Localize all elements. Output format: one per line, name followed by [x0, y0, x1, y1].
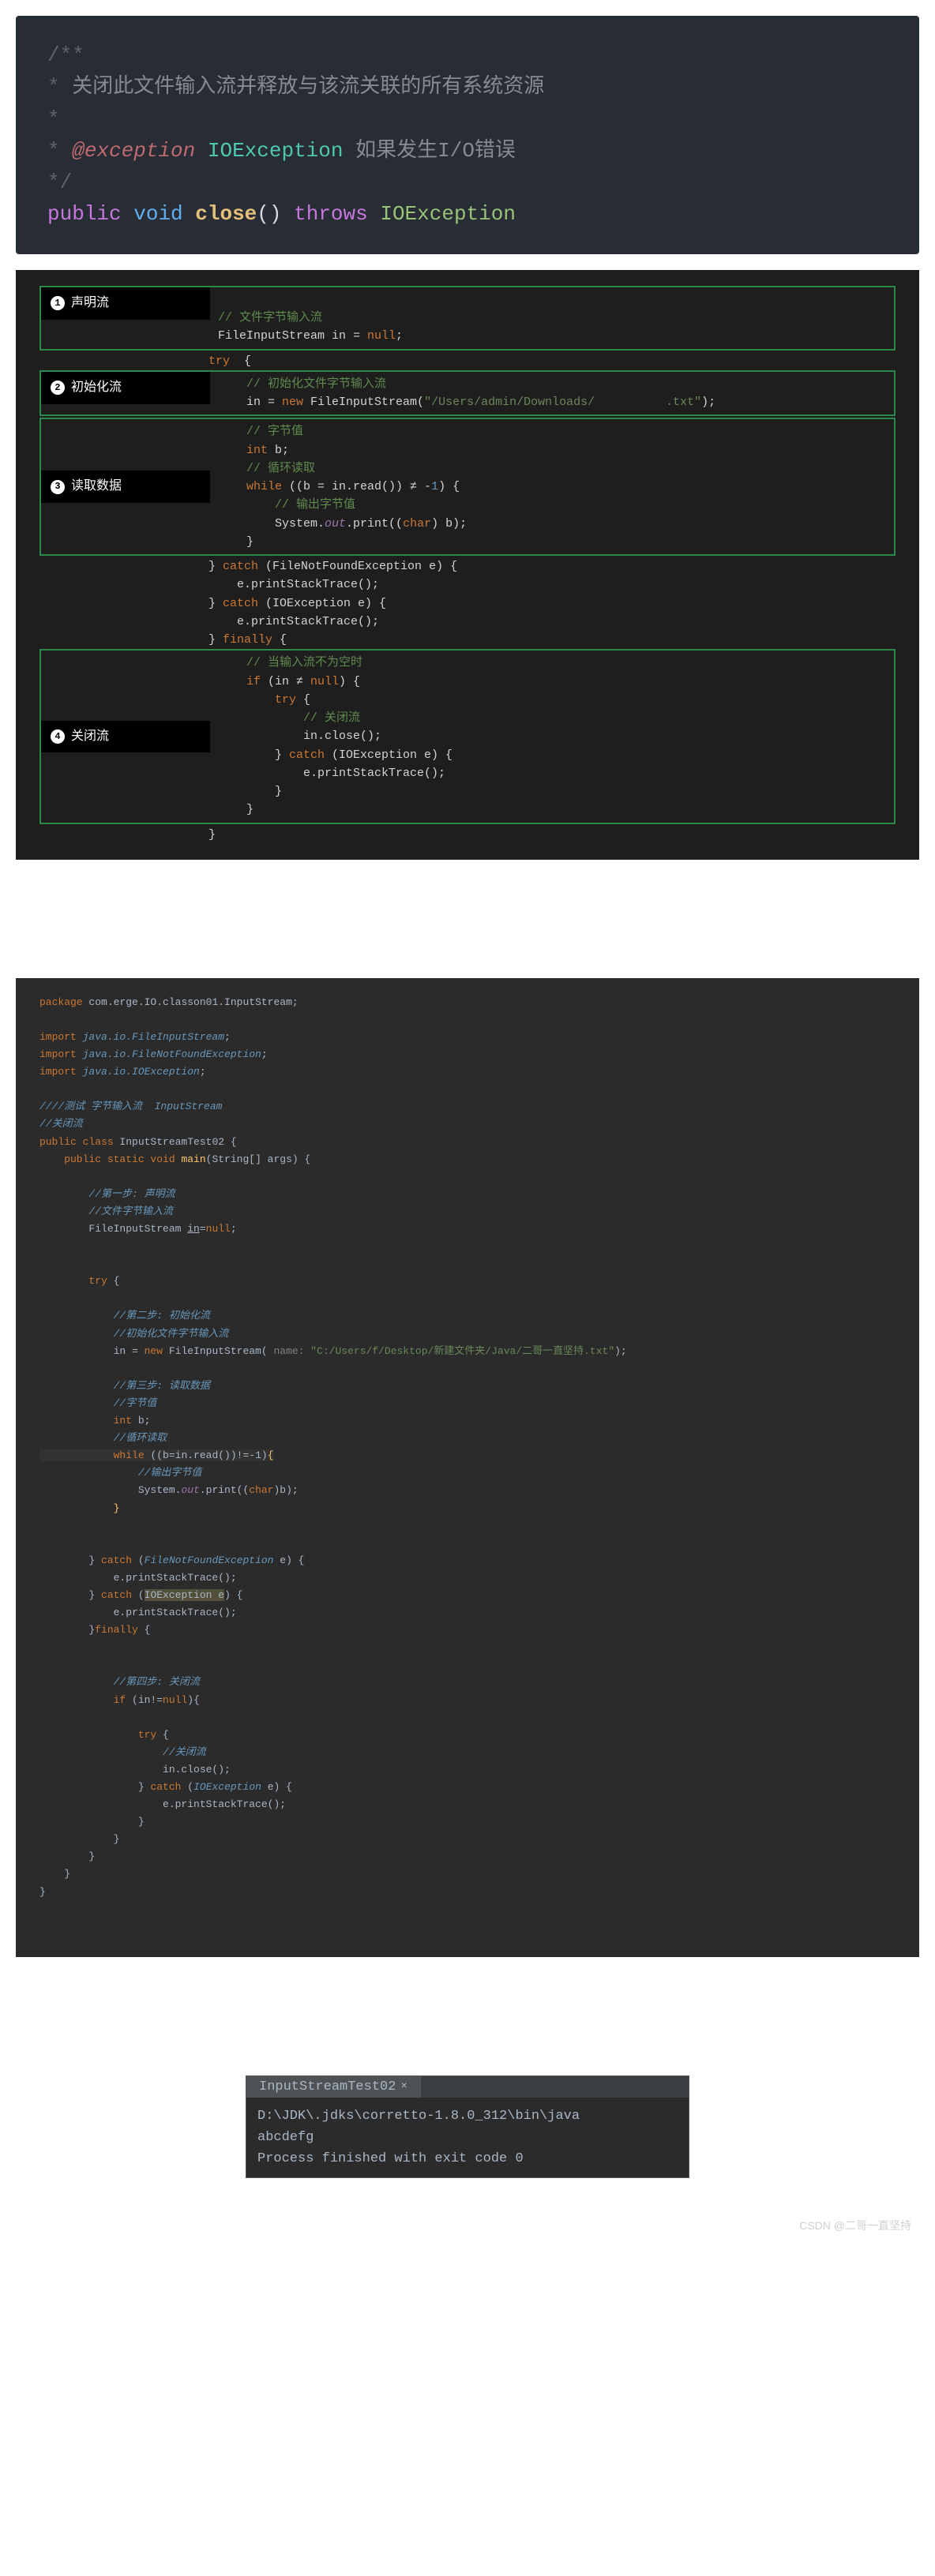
annotated-code-block: 1声明流 // 文件字节输入流 FileInputStream in = nul…	[16, 270, 919, 860]
step-1: 1声明流 // 文件字节输入流 FileInputStream in = nul…	[39, 286, 896, 351]
watermark: CSDN @二哥一直坚持	[0, 2210, 935, 2249]
program-output: abcdefg	[257, 2130, 314, 2145]
exit-message: Process finished with exit code 0	[257, 2151, 524, 2166]
comment-open: /**	[47, 43, 84, 67]
step-label-3: 读取数据	[71, 477, 122, 497]
step-num-2: 2	[51, 381, 65, 395]
terminal-content: D:\JDK\.jdks\corretto-1.8.0_312\bin\java…	[246, 2098, 689, 2178]
step-2: 2初始化流 // 初始化文件字节输入流 in = new FileInputSt…	[39, 370, 896, 417]
tab-inputstreamtest02[interactable]: InputStreamTest02 ×	[246, 2076, 421, 2098]
java-path: D:\JDK\.jdks\corretto-1.8.0_312\bin\java	[257, 2109, 580, 2124]
terminal-output-block: InputStreamTest02 × D:\JDK\.jdks\corrett…	[246, 2075, 689, 2179]
javadoc-block: /** * 关闭此文件输入流并释放与该流关联的所有系统资源 * * @excep…	[16, 16, 919, 254]
step-num-3: 3	[51, 480, 65, 494]
step-3: 3读取数据 // 字节值 int b; // 循环读取 while ((b = …	[39, 418, 896, 556]
step-label-1: 声明流	[71, 294, 109, 313]
ide-source-block: package com.erge.IO.classon01.InputStrea…	[16, 978, 919, 1957]
step-label-4: 关闭流	[71, 727, 109, 747]
step-label-2: 初始化流	[71, 378, 122, 398]
comment-close: */	[47, 171, 72, 194]
step-num-1: 1	[51, 296, 65, 310]
tab-label: InputStreamTest02	[259, 2079, 396, 2094]
step-num-4: 4	[51, 729, 65, 744]
step-4: 4关闭流 // 当输入流不为空时 if (in ≠ null) { try { …	[39, 649, 896, 823]
tab-bar: InputStreamTest02 ×	[246, 2076, 689, 2098]
close-icon[interactable]: ×	[400, 2080, 407, 2093]
